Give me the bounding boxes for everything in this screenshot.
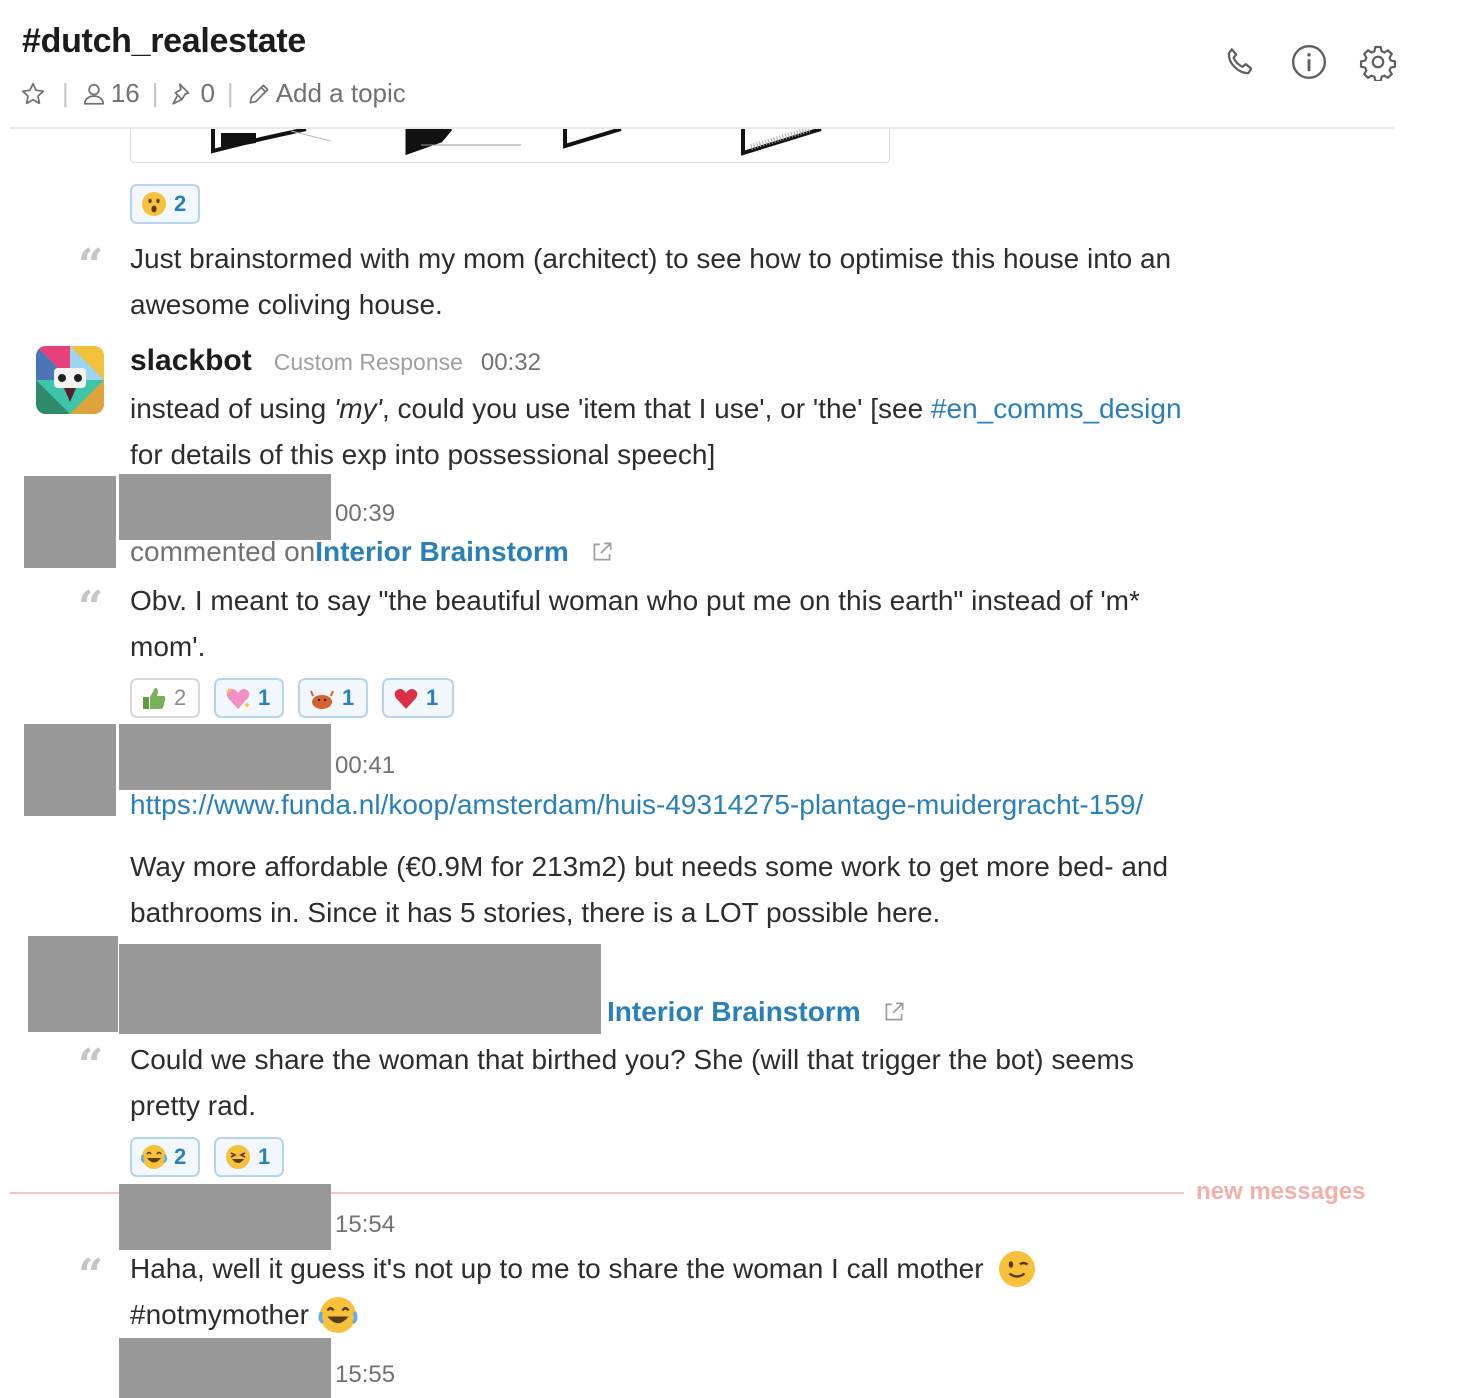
pin-icon[interactable] bbox=[170, 81, 196, 107]
message-line: for details of this exp into possessiona… bbox=[130, 439, 716, 470]
message-line: Just brainstormed with my mom (architect… bbox=[130, 243, 1172, 274]
wink-emoji-icon bbox=[996, 1248, 1038, 1290]
message-text: Way more affordable (€0.9M for 213m2) bu… bbox=[130, 844, 1168, 936]
heart-emoji-icon bbox=[392, 684, 420, 712]
url-link[interactable]: https://www.funda.nl/koop/amsterdam/huis… bbox=[130, 782, 1143, 828]
message-line: #notmymother bbox=[130, 1292, 1038, 1338]
star-icon[interactable] bbox=[20, 81, 46, 107]
slackbot-message-text: instead of using 'my', could you use 'it… bbox=[130, 386, 1182, 478]
gear-icon[interactable] bbox=[1356, 40, 1400, 84]
meta-divider: | bbox=[151, 78, 159, 108]
reaction-count: 2 bbox=[174, 191, 187, 216]
timestamp[interactable]: 00:39 bbox=[335, 500, 395, 528]
slackbot-avatar[interactable] bbox=[36, 346, 104, 414]
message-line: pretty rad. bbox=[130, 1090, 257, 1121]
reaction-sparkling-heart[interactable]: 1 bbox=[214, 678, 284, 718]
redacted-avatar bbox=[24, 476, 116, 568]
message-line: instead of using 'my', could you use 'it… bbox=[130, 393, 1182, 424]
message-text: Just brainstormed with my mom (architect… bbox=[130, 236, 1171, 328]
reaction-heart[interactable]: 1 bbox=[382, 678, 454, 718]
timestamp[interactable]: 15:54 bbox=[335, 1211, 395, 1239]
reaction-count: 1 bbox=[258, 1144, 271, 1169]
file-comment-header: commented on Interior Brainstorm bbox=[130, 536, 615, 568]
quote-icon: “ bbox=[78, 1040, 104, 1091]
external-link-icon[interactable] bbox=[589, 539, 615, 565]
message-line: Way more affordable (€0.9M for 213m2) bu… bbox=[130, 851, 1169, 882]
astonished-emoji-icon bbox=[140, 190, 168, 218]
joy-emoji-icon bbox=[140, 1143, 168, 1171]
info-icon[interactable] bbox=[1287, 40, 1331, 84]
reaction-count: 1 bbox=[342, 685, 355, 710]
message-line: awesome coliving house. bbox=[130, 289, 443, 320]
floorplan-image-preview[interactable] bbox=[130, 129, 890, 163]
message-line: Haha, well it guess it's not up to me to… bbox=[130, 1246, 1038, 1292]
timestamp[interactable]: 15:55 bbox=[335, 1361, 395, 1389]
reaction-laughing[interactable]: 1 bbox=[214, 1137, 284, 1177]
external-link-icon[interactable] bbox=[881, 999, 907, 1025]
channel-link[interactable]: #en_comms_design bbox=[931, 393, 1182, 424]
laughing-emoji-icon bbox=[224, 1143, 252, 1171]
file-link[interactable]: Interior Brainstorm bbox=[315, 536, 569, 568]
message-line: bathrooms in. Since it has 5 stories, th… bbox=[130, 897, 941, 928]
channel-title[interactable]: #dutch_realestate bbox=[22, 22, 306, 61]
redacted-username bbox=[119, 474, 331, 540]
pin-count[interactable]: 0 bbox=[200, 78, 214, 109]
sender-name[interactable]: slackbot bbox=[130, 344, 252, 378]
joy-emoji-icon bbox=[317, 1294, 359, 1336]
quote-icon: “ bbox=[78, 582, 104, 633]
crab-emoji-icon bbox=[308, 684, 336, 712]
add-topic-link[interactable]: Add a topic bbox=[276, 78, 406, 109]
member-icon[interactable] bbox=[81, 81, 107, 107]
custom-response-tag: Custom Response bbox=[273, 349, 463, 375]
reaction-joy[interactable]: 2 bbox=[130, 1137, 200, 1177]
message-line: Obv. I meant to say "the beautiful woman… bbox=[130, 585, 1140, 616]
message-header: slackbot Custom Response 00:32 bbox=[130, 344, 541, 378]
sparkling-heart-emoji-icon bbox=[224, 684, 252, 712]
redacted-username bbox=[119, 944, 601, 1034]
message-line: Could we share the woman that birthed yo… bbox=[130, 1044, 1134, 1075]
redacted-avatar bbox=[28, 936, 118, 1032]
reaction-astonished[interactable]: 2 bbox=[130, 184, 200, 224]
redacted-avatar bbox=[24, 724, 116, 816]
timestamp[interactable]: 00:32 bbox=[481, 349, 541, 377]
file-comment-header: Interior Brainstorm bbox=[607, 996, 907, 1028]
redacted-username bbox=[119, 724, 331, 790]
new-messages-label: new messages bbox=[1196, 1178, 1366, 1205]
meta-divider: | bbox=[226, 78, 234, 108]
quote-icon: “ bbox=[78, 240, 104, 291]
reaction-thumbsup[interactable]: 2 bbox=[130, 678, 200, 718]
phone-icon[interactable] bbox=[1218, 40, 1262, 84]
member-count[interactable]: 16 bbox=[111, 78, 140, 109]
channel-meta: | 16 | 0 | Add a topic bbox=[20, 78, 406, 109]
reaction-crab[interactable]: 1 bbox=[298, 678, 368, 718]
redacted-username bbox=[119, 1338, 331, 1398]
pencil-icon[interactable] bbox=[246, 81, 272, 107]
timestamp[interactable]: 00:41 bbox=[335, 752, 395, 780]
meta-divider: | bbox=[62, 78, 69, 108]
redacted-username bbox=[119, 1184, 331, 1250]
message-line: mom'. bbox=[130, 631, 206, 662]
reaction-count: 2 bbox=[174, 685, 187, 710]
reaction-count: 1 bbox=[426, 685, 439, 710]
file-link[interactable]: Interior Brainstorm bbox=[607, 996, 861, 1028]
reaction-count: 1 bbox=[258, 685, 271, 710]
comment-text: Haha, well it guess it's not up to me to… bbox=[130, 1246, 1038, 1338]
quote-icon: “ bbox=[78, 1250, 104, 1301]
reaction-count: 2 bbox=[174, 1144, 187, 1169]
thumbsup-emoji-icon bbox=[140, 684, 168, 712]
comment-text: Could we share the woman that birthed yo… bbox=[130, 1037, 1134, 1129]
comment-text: Obv. I meant to say "the beautiful woman… bbox=[130, 578, 1140, 670]
